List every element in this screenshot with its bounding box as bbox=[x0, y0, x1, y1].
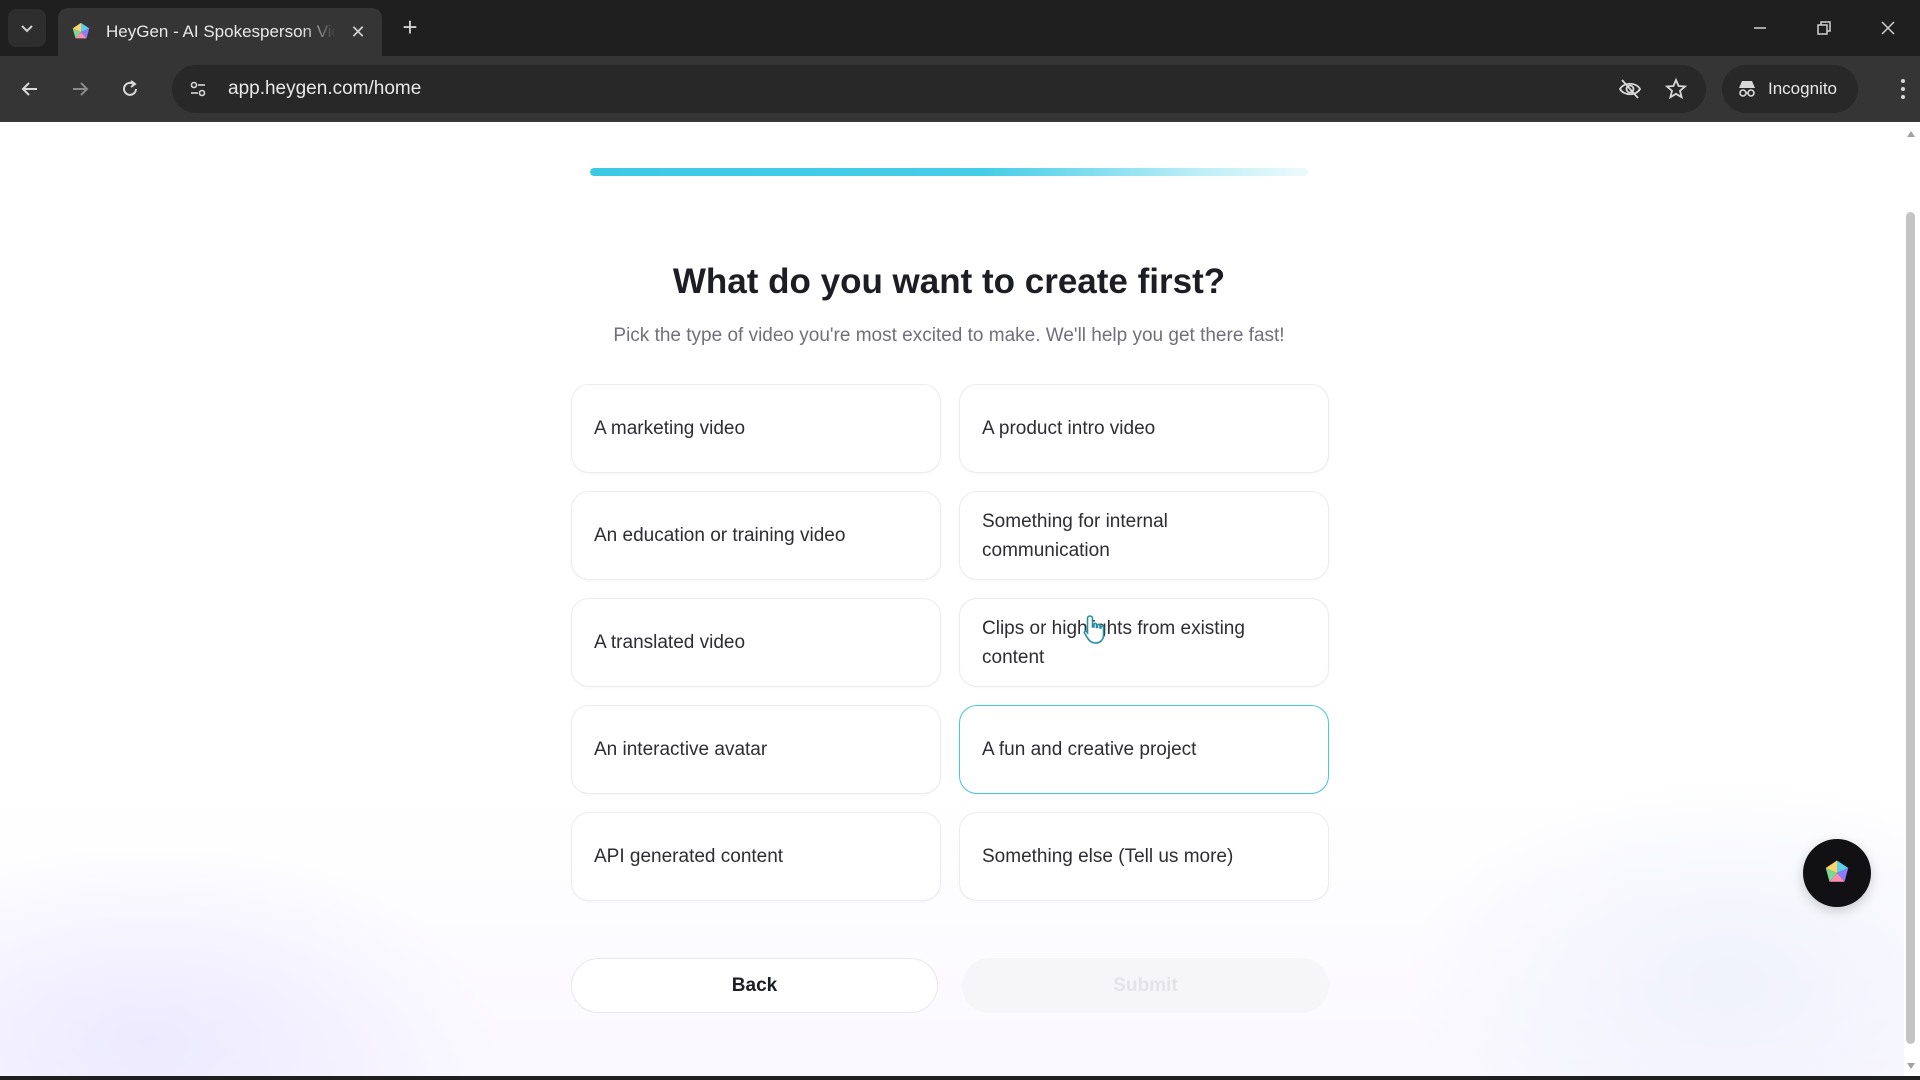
site-info-icon[interactable] bbox=[178, 69, 218, 109]
incognito-indicator[interactable]: Incognito bbox=[1722, 65, 1858, 113]
arrow-right-icon bbox=[73, 82, 89, 96]
option-label: Something for internal communication bbox=[982, 510, 1168, 561]
page-title: What do you want to create first? bbox=[672, 262, 1226, 301]
option-label: An interactive avatar bbox=[594, 739, 768, 760]
new-tab-button[interactable]: + bbox=[396, 14, 424, 42]
option-label: A translated video bbox=[594, 632, 746, 653]
option-translated-video[interactable]: A translated video bbox=[571, 598, 941, 687]
option-internal-communication[interactable]: Something for internal communication bbox=[959, 491, 1329, 580]
arrow-left-icon bbox=[21, 82, 37, 96]
close-window-button[interactable] bbox=[1856, 0, 1920, 56]
option-fun-creative-project[interactable]: A fun and creative project bbox=[959, 705, 1329, 794]
option-label: Something else (Tell us more) bbox=[982, 846, 1234, 867]
window-controls bbox=[1728, 0, 1920, 56]
heygen-logo-icon bbox=[1825, 860, 1849, 882]
tab-close-icon[interactable]: ✕ bbox=[346, 20, 370, 44]
eye-off-icon[interactable] bbox=[1610, 69, 1650, 109]
scroll-down-icon[interactable] bbox=[1905, 1060, 1917, 1072]
url-text[interactable]: app.heygen.com/home bbox=[228, 78, 421, 100]
submit-button[interactable]: Submit bbox=[962, 958, 1329, 1013]
minimize-button[interactable] bbox=[1728, 0, 1792, 56]
option-label: A product intro video bbox=[982, 418, 1156, 439]
option-interactive-avatar[interactable]: An interactive avatar bbox=[571, 705, 941, 794]
option-label: Clips or highlights from existing conten… bbox=[982, 617, 1245, 668]
browser-tab-bar: HeyGen - AI Spokesperson Vide ✕ + bbox=[0, 0, 1920, 56]
heygen-logo-icon bbox=[72, 22, 90, 39]
back-nav-button[interactable] bbox=[10, 69, 50, 109]
reload-icon bbox=[123, 80, 137, 96]
option-label: API generated content bbox=[594, 846, 784, 867]
scrollbar-thumb[interactable] bbox=[1906, 212, 1915, 1044]
option-label: A marketing video bbox=[594, 418, 746, 439]
browser-toolbar: app.heygen.com/home Incognito bbox=[0, 56, 1920, 122]
option-label: A fun and creative project bbox=[982, 739, 1197, 760]
progress-fill bbox=[590, 168, 1308, 176]
close-icon bbox=[1881, 21, 1895, 35]
form-actions: Back Submit bbox=[571, 958, 1329, 1013]
chat-assistant-button[interactable] bbox=[1803, 839, 1871, 907]
option-clips-highlights[interactable]: Clips or highlights from existing conten… bbox=[959, 598, 1329, 687]
scroll-up-icon[interactable] bbox=[1905, 128, 1917, 140]
star-icon[interactable] bbox=[1656, 69, 1696, 109]
back-button[interactable]: Back bbox=[571, 958, 938, 1013]
address-bar[interactable]: app.heygen.com/home bbox=[172, 65, 1706, 113]
restore-button[interactable] bbox=[1792, 0, 1856, 56]
option-education-training-video[interactable]: An education or training video bbox=[571, 491, 941, 580]
option-api-generated-content[interactable]: API generated content bbox=[571, 812, 941, 901]
page-subtitle: Pick the type of video you're most excit… bbox=[613, 325, 1285, 346]
hand-pointer-icon bbox=[1083, 615, 1105, 644]
incognito-icon bbox=[1739, 81, 1755, 97]
tab-title: HeyGen - AI Spokesperson Vide bbox=[106, 22, 336, 41]
tab-search-button[interactable] bbox=[8, 9, 46, 47]
forward-nav-button[interactable] bbox=[60, 69, 100, 109]
option-marketing-video[interactable]: A marketing video bbox=[571, 384, 941, 473]
option-product-intro-video[interactable]: A product intro video bbox=[959, 384, 1329, 473]
window-bottom-edge bbox=[0, 1076, 1920, 1080]
option-label: An education or training video bbox=[594, 525, 846, 546]
video-type-options: A marketing video A product intro video … bbox=[571, 384, 1329, 901]
incognito-label: Incognito bbox=[1768, 79, 1837, 98]
minimize-icon bbox=[1754, 27, 1766, 29]
chevron-down-icon bbox=[21, 25, 33, 33]
browser-menu-icon[interactable] bbox=[1900, 78, 1906, 105]
restore-icon bbox=[1817, 21, 1831, 35]
browser-tab[interactable]: HeyGen - AI Spokesperson Vide ✕ bbox=[58, 8, 382, 56]
reload-button[interactable] bbox=[110, 69, 150, 109]
progress-bar bbox=[590, 168, 1308, 176]
option-something-else[interactable]: Something else (Tell us more) bbox=[959, 812, 1329, 901]
onboarding-page: What do you want to create first? Pick t… bbox=[0, 122, 1904, 1076]
